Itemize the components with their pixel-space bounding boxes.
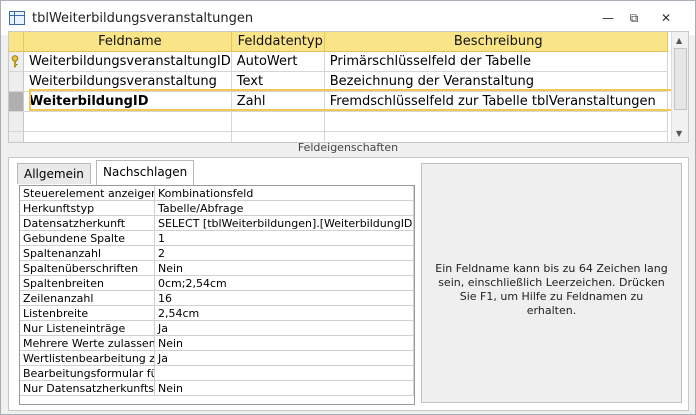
property-value[interactable]: Tabelle/Abfrage (154, 200, 414, 216)
tab-lookup[interactable]: Nachschlagen (96, 160, 195, 185)
property-row[interactable]: Spaltenanzahl 2 (20, 245, 414, 261)
field-name-cell[interactable]: WeiterbildungsveranstaltungID (23, 51, 232, 72)
property-value[interactable]: Ja (154, 320, 414, 336)
field-name-cell[interactable]: WeiterbildungID (23, 91, 232, 112)
property-value[interactable]: Nein (154, 260, 414, 276)
property-label: Spaltenbreiten (20, 275, 155, 291)
property-label: Nur Listeneinträge (20, 320, 155, 336)
field-desc-cell[interactable] (324, 111, 668, 132)
property-label: Spaltenanzahl (20, 245, 155, 261)
property-label: Nur Datensatzherkunftsw (20, 380, 155, 396)
property-value[interactable]: Nein (154, 335, 414, 351)
help-box: Ein Feldname kann bis zu 64 Zeichen lang… (421, 163, 682, 403)
field-grid: Feldname Felddatentyp Beschreibung Weite… (8, 31, 689, 143)
vertical-scrollbar[interactable]: ▲ ▼ (671, 32, 688, 142)
scroll-thumb[interactable] (674, 48, 687, 110)
window-title: tblWeiterbildungsveranstaltungen (32, 11, 254, 26)
property-value[interactable]: 0cm;2,54cm (154, 275, 414, 291)
field-type-cell[interactable]: Zahl (231, 91, 325, 112)
property-row[interactable]: Listenbreite 2,54cm (20, 305, 414, 321)
property-label: Mehrere Werte zulassen (20, 335, 155, 351)
row-selector[interactable] (9, 71, 24, 92)
property-row[interactable]: Herkunftstyp Tabelle/Abfrage (20, 200, 414, 216)
help-text: Ein Feldname kann bis zu 64 Zeichen lang… (435, 262, 668, 317)
property-label: Datensatzherkunft (20, 215, 155, 231)
property-row[interactable]: Spaltenüberschriften Nein (20, 260, 414, 276)
property-row[interactable]: Datensatzherkunft SELECT [tblWeiterbildun… (20, 215, 414, 231)
table-design-window: tblWeiterbildungsveranstaltungen — ⧉ ✕ F… (0, 0, 696, 415)
scroll-down-icon[interactable]: ▼ (676, 129, 682, 138)
field-desc-cell[interactable]: Fremdschlüsselfeld zur Tabelle tblVerans… (324, 91, 668, 112)
header-fieldname[interactable]: Feldname (23, 32, 232, 52)
property-row[interactable]: Zeilenanzahl 16 (20, 290, 414, 306)
property-value[interactable]: Ja (154, 350, 414, 366)
primary-key-icon (11, 55, 19, 68)
row-selector[interactable] (9, 51, 24, 72)
property-label: Spaltenüberschriften (20, 260, 155, 276)
property-value[interactable]: 2,54cm (154, 305, 414, 321)
scroll-up-icon[interactable]: ▲ (676, 36, 682, 45)
property-label: Bearbeitungsformular für (20, 365, 155, 381)
tab-general[interactable]: Allgemein (17, 163, 91, 184)
select-all-cell[interactable] (9, 32, 24, 52)
property-row[interactable]: Steuerelement anzeigen Kombinationsfeld (20, 186, 414, 201)
property-value[interactable]: SELECT [tblWeiterbildungen].[Weiterbildu… (154, 215, 414, 231)
property-value[interactable]: Nein (154, 380, 414, 396)
property-label: Herkunftstyp (20, 200, 155, 216)
property-row[interactable]: Mehrere Werte zulassen Nein (20, 335, 414, 351)
property-value[interactable]: Kombinationsfeld (154, 186, 414, 201)
field-type-cell[interactable] (231, 111, 325, 132)
field-row-selected[interactable]: WeiterbildungID Zahl Fremdschlüsselfeld … (9, 91, 668, 112)
property-row[interactable]: Wertlistenbearbeitung zu Ja (20, 350, 414, 366)
header-datatype[interactable]: Felddatentyp (231, 32, 325, 52)
property-row[interactable]: Bearbeitungsformular für (20, 365, 414, 381)
field-row[interactable]: WeiterbildungsveranstaltungID AutoWert P… (9, 51, 668, 72)
row-selector[interactable] (9, 91, 24, 112)
row-selector[interactable] (9, 111, 24, 132)
property-value[interactable]: 2 (154, 245, 414, 261)
field-name-cell[interactable] (23, 111, 232, 132)
field-header-row: Feldname Felddatentyp Beschreibung (9, 32, 668, 52)
field-desc-cell[interactable]: Bezeichnung der Veranstaltung (324, 71, 668, 92)
property-value[interactable] (154, 365, 414, 381)
property-row[interactable]: Nur Listeneinträge Ja (20, 320, 414, 336)
property-row[interactable]: Nur Datensatzherkunftsw Nein (20, 380, 414, 396)
field-row[interactable]: Weiterbildungsveranstaltung Text Bezeich… (9, 71, 668, 92)
restore-button[interactable]: ⧉ (623, 9, 645, 27)
field-desc-cell[interactable]: Primärschlüsselfeld der Tabelle (324, 51, 668, 72)
field-table: Feldname Felddatentyp Beschreibung Weite… (9, 32, 668, 142)
property-row[interactable]: Gebundene Spalte 1 (20, 230, 414, 246)
field-properties-panel: Allgemein Nachschlagen Steuerelement anz… (8, 157, 689, 411)
table-icon (9, 11, 25, 25)
field-name-cell[interactable]: Weiterbildungsveranstaltung (23, 71, 232, 92)
section-label: Feldeigenschaften (297, 141, 399, 154)
property-label: Steuerelement anzeigen (20, 186, 155, 201)
field-row[interactable] (9, 111, 668, 132)
close-button[interactable]: ✕ (655, 9, 677, 27)
property-label: Wertlistenbearbeitung zu (20, 350, 155, 366)
minimize-button[interactable]: — (597, 9, 619, 27)
field-type-cell[interactable]: Text (231, 71, 325, 92)
property-value[interactable]: 16 (154, 290, 414, 306)
property-value[interactable]: 1 (154, 230, 414, 246)
title-bar: tblWeiterbildungsveranstaltungen — ⧉ ✕ (1, 1, 695, 35)
header-description[interactable]: Beschreibung (324, 32, 668, 52)
properties-grid: Steuerelement anzeigen Kombinationsfeld He… (19, 185, 415, 405)
property-label: Gebundene Spalte (20, 230, 155, 246)
property-label: Listenbreite (20, 305, 155, 321)
field-type-cell[interactable]: AutoWert (231, 51, 325, 72)
property-row[interactable]: Spaltenbreiten 0cm;2,54cm (20, 275, 414, 291)
properties-table: Steuerelement anzeigen Kombinationsfeld He… (20, 186, 414, 396)
property-label: Zeilenanzahl (20, 290, 155, 306)
